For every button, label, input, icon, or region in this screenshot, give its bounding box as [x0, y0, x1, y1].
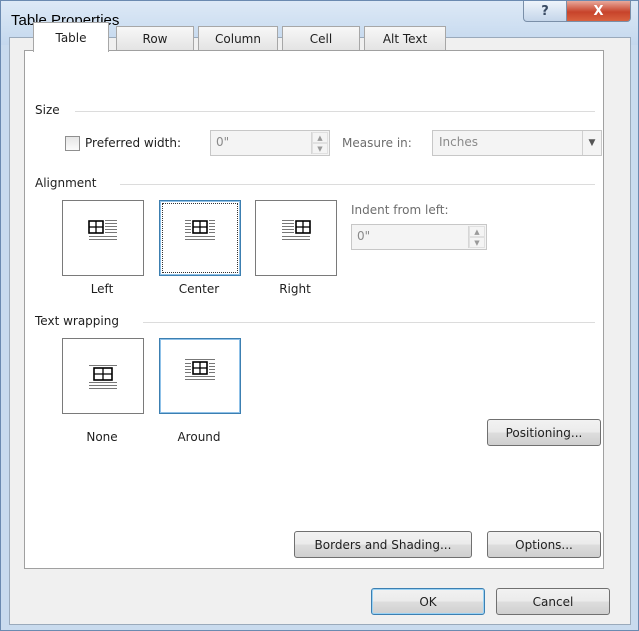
- preferred-width-label: Preferred width:: [85, 136, 182, 150]
- close-button[interactable]: X: [566, 1, 631, 22]
- wrap-none-icon: [89, 365, 117, 389]
- preferred-width-checkbox[interactable]: [65, 136, 80, 151]
- spinner-arrows: ▲ ▼: [468, 226, 485, 248]
- tab-label: Column: [215, 32, 261, 46]
- tab-row[interactable]: Row: [116, 26, 194, 51]
- tab-column[interactable]: Column: [198, 26, 278, 51]
- wrap-around-icon: [185, 359, 215, 380]
- indent-from-left-spinner[interactable]: 0" ▲ ▼: [351, 224, 487, 250]
- align-center-icon: [185, 220, 215, 240]
- wrap-none-label: None: [86, 430, 118, 444]
- ok-button[interactable]: OK: [371, 588, 485, 615]
- alignment-group-label: Alignment: [35, 176, 101, 190]
- indent-value: 0": [357, 229, 371, 243]
- chevron-down-icon[interactable]: ▼: [582, 131, 601, 155]
- align-left-option[interactable]: [62, 200, 144, 276]
- measure-in-value: Inches: [439, 135, 478, 149]
- wrap-around-label: Around: [177, 430, 221, 444]
- tab-cell[interactable]: Cell: [282, 26, 360, 51]
- borders-and-shading-button[interactable]: Borders and Shading...: [294, 531, 472, 558]
- measure-in-label: Measure in:: [342, 136, 412, 150]
- tab-table[interactable]: Table: [33, 22, 109, 52]
- alignment-divider: [120, 184, 595, 185]
- align-left-icon: [88, 220, 117, 240]
- table-properties-dialog: Table Properties ? X Table Row Column Ce…: [0, 0, 639, 631]
- positioning-button[interactable]: Positioning...: [487, 419, 601, 446]
- positioning-button-label: Positioning...: [505, 425, 583, 440]
- cancel-button-label: Cancel: [532, 594, 574, 609]
- ok-button-label: OK: [419, 594, 437, 609]
- indent-from-left-label: Indent from left:: [351, 203, 449, 217]
- tab-alt-text[interactable]: Alt Text: [364, 26, 446, 51]
- close-icon: X: [593, 3, 604, 19]
- preferred-width-value: 0": [216, 135, 230, 149]
- spin-down-icon[interactable]: ▼: [312, 143, 328, 154]
- spin-down-icon[interactable]: ▼: [469, 237, 485, 248]
- help-button[interactable]: ?: [523, 1, 567, 22]
- tab-label: Cell: [309, 32, 333, 46]
- spin-up-icon[interactable]: ▲: [469, 226, 485, 237]
- tab-label: Alt Text: [382, 32, 428, 46]
- wrap-around-option[interactable]: [159, 338, 241, 414]
- options-button[interactable]: Options...: [487, 531, 601, 558]
- preferred-width-spinner[interactable]: 0" ▲ ▼: [210, 130, 330, 156]
- borders-and-shading-label: Borders and Shading...: [314, 537, 452, 552]
- align-right-icon: [282, 220, 311, 240]
- size-divider: [75, 111, 595, 112]
- tab-label: Table: [55, 30, 87, 45]
- table-tab-panel: Size Preferred width: 0" ▲ ▼ Measure in:…: [24, 50, 604, 569]
- text-wrapping-divider: [143, 322, 595, 323]
- align-left-label: Left: [90, 282, 114, 296]
- align-right-label: Right: [279, 282, 311, 296]
- spinner-arrows: ▲ ▼: [311, 132, 328, 154]
- tab-label: Row: [142, 32, 168, 46]
- align-center-option[interactable]: [159, 200, 241, 276]
- text-wrapping-group-label: Text wrapping: [35, 314, 123, 328]
- options-button-label: Options...: [515, 537, 573, 552]
- align-center-label: Center: [178, 282, 220, 296]
- spin-up-icon[interactable]: ▲: [312, 132, 328, 143]
- cancel-button[interactable]: Cancel: [496, 588, 610, 615]
- measure-in-select[interactable]: Inches ▼: [432, 130, 602, 156]
- wrap-none-option[interactable]: [62, 338, 144, 414]
- help-icon: ?: [541, 3, 549, 19]
- size-group-label: Size: [35, 103, 64, 117]
- align-right-option[interactable]: [255, 200, 337, 276]
